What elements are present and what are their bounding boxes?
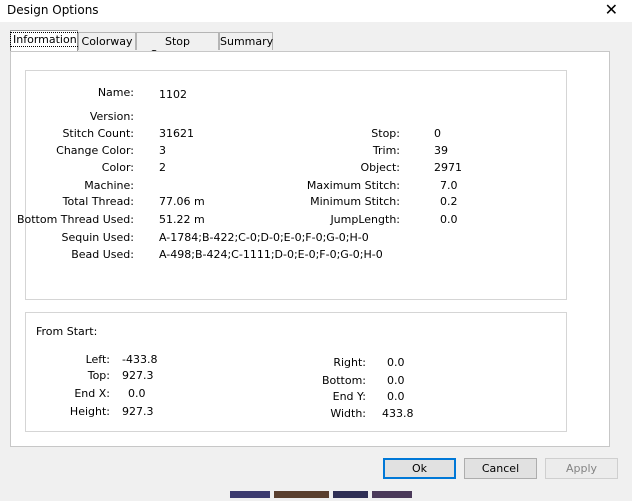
end-y-label: End Y:	[332, 390, 366, 403]
tab-summary-label: Summary	[220, 35, 274, 48]
tab-information-label: Information	[10, 32, 80, 47]
left-label: Left:	[85, 353, 110, 366]
height-value: 927.3	[122, 405, 154, 418]
min-stitch-label: Minimum Stitch:	[310, 195, 400, 208]
bottom-label: Bottom:	[321, 374, 366, 387]
stitch-count-value: 31621	[159, 127, 194, 140]
max-stitch-label: Maximum Stitch:	[306, 179, 400, 192]
color-label: Color:	[101, 161, 134, 174]
height-label: Height:	[69, 405, 110, 418]
ok-button[interactable]: Ok	[383, 458, 456, 479]
max-stitch-value: 7.0	[440, 179, 458, 192]
trim-value: 39	[434, 144, 448, 157]
information-panel: Name: 1102 Version: Stitch Count: 31621 …	[10, 51, 610, 447]
total-thread-value: 77.06 m	[159, 195, 205, 208]
object-label: Object:	[360, 161, 400, 174]
from-start-group: From Start: Left: -433.8 Top: 927.3 End …	[25, 312, 567, 432]
sequin-used-value: A-1784;B-422;C-0;D-0;E-0;F-0;G-0;H-0	[159, 231, 369, 244]
top-value: 927.3	[122, 369, 154, 382]
stitch-count-label: Stitch Count:	[62, 127, 134, 140]
bottom-value: 0.0	[387, 374, 405, 387]
total-thread-label: Total Thread:	[62, 195, 134, 208]
from-start-heading: From Start:	[36, 325, 98, 338]
bottom-thread-value: 51.22 m	[159, 213, 205, 226]
title-bar: Design Options ✕	[0, 0, 632, 22]
end-x-value: 0.0	[128, 387, 146, 400]
close-icon[interactable]: ✕	[605, 1, 618, 19]
window-title: Design Options	[7, 3, 99, 17]
trim-label: Trim:	[372, 144, 400, 157]
jump-length-value: 0.0	[440, 213, 458, 226]
tab-stop-sequence[interactable]: Stop Sequence	[136, 32, 219, 61]
left-value: -433.8	[122, 353, 158, 366]
stop-label: Stop:	[371, 127, 400, 140]
tab-colorway-label: Colorway	[81, 35, 133, 48]
min-stitch-value: 0.2	[440, 195, 458, 208]
apply-button[interactable]: Apply	[545, 458, 618, 479]
tab-colorway[interactable]: Colorway	[78, 32, 136, 50]
name-label: Name:	[97, 86, 134, 99]
name-value: 1102	[159, 88, 187, 101]
background-design-preview	[230, 488, 480, 498]
cancel-button[interactable]: Cancel	[464, 458, 537, 479]
change-color-label: Change Color:	[56, 144, 134, 157]
tab-summary[interactable]: Summary	[219, 32, 273, 50]
machine-label: Machine:	[84, 179, 134, 192]
right-value: 0.0	[387, 356, 405, 369]
bead-used-value: A-498;B-424;C-1111;D-0;E-0;F-0;G-0;H-0	[159, 248, 383, 261]
design-options-dialog: Design Options ✕ Information Colorway St…	[0, 0, 632, 498]
bead-used-label: Bead Used:	[71, 248, 134, 261]
right-label: Right:	[333, 356, 366, 369]
design-info-group: Name: 1102 Version: Stitch Count: 31621 …	[17, 70, 567, 300]
tab-information[interactable]: Information	[10, 30, 80, 51]
stop-value: 0	[434, 127, 441, 140]
version-label: Version:	[89, 110, 134, 123]
jump-length-label: JumpLength:	[330, 213, 400, 226]
sequin-used-label: Sequin Used:	[61, 231, 134, 244]
color-value: 2	[159, 161, 166, 174]
object-value: 2971	[434, 161, 462, 174]
change-color-value: 3	[159, 144, 166, 157]
end-x-label: End X:	[74, 387, 110, 400]
width-value: 433.8	[382, 407, 414, 420]
end-y-value: 0.0	[387, 390, 405, 403]
bottom-thread-label: Bottom Thread Used:	[16, 213, 134, 226]
width-label: Width:	[330, 407, 366, 420]
top-label: Top:	[87, 369, 110, 382]
